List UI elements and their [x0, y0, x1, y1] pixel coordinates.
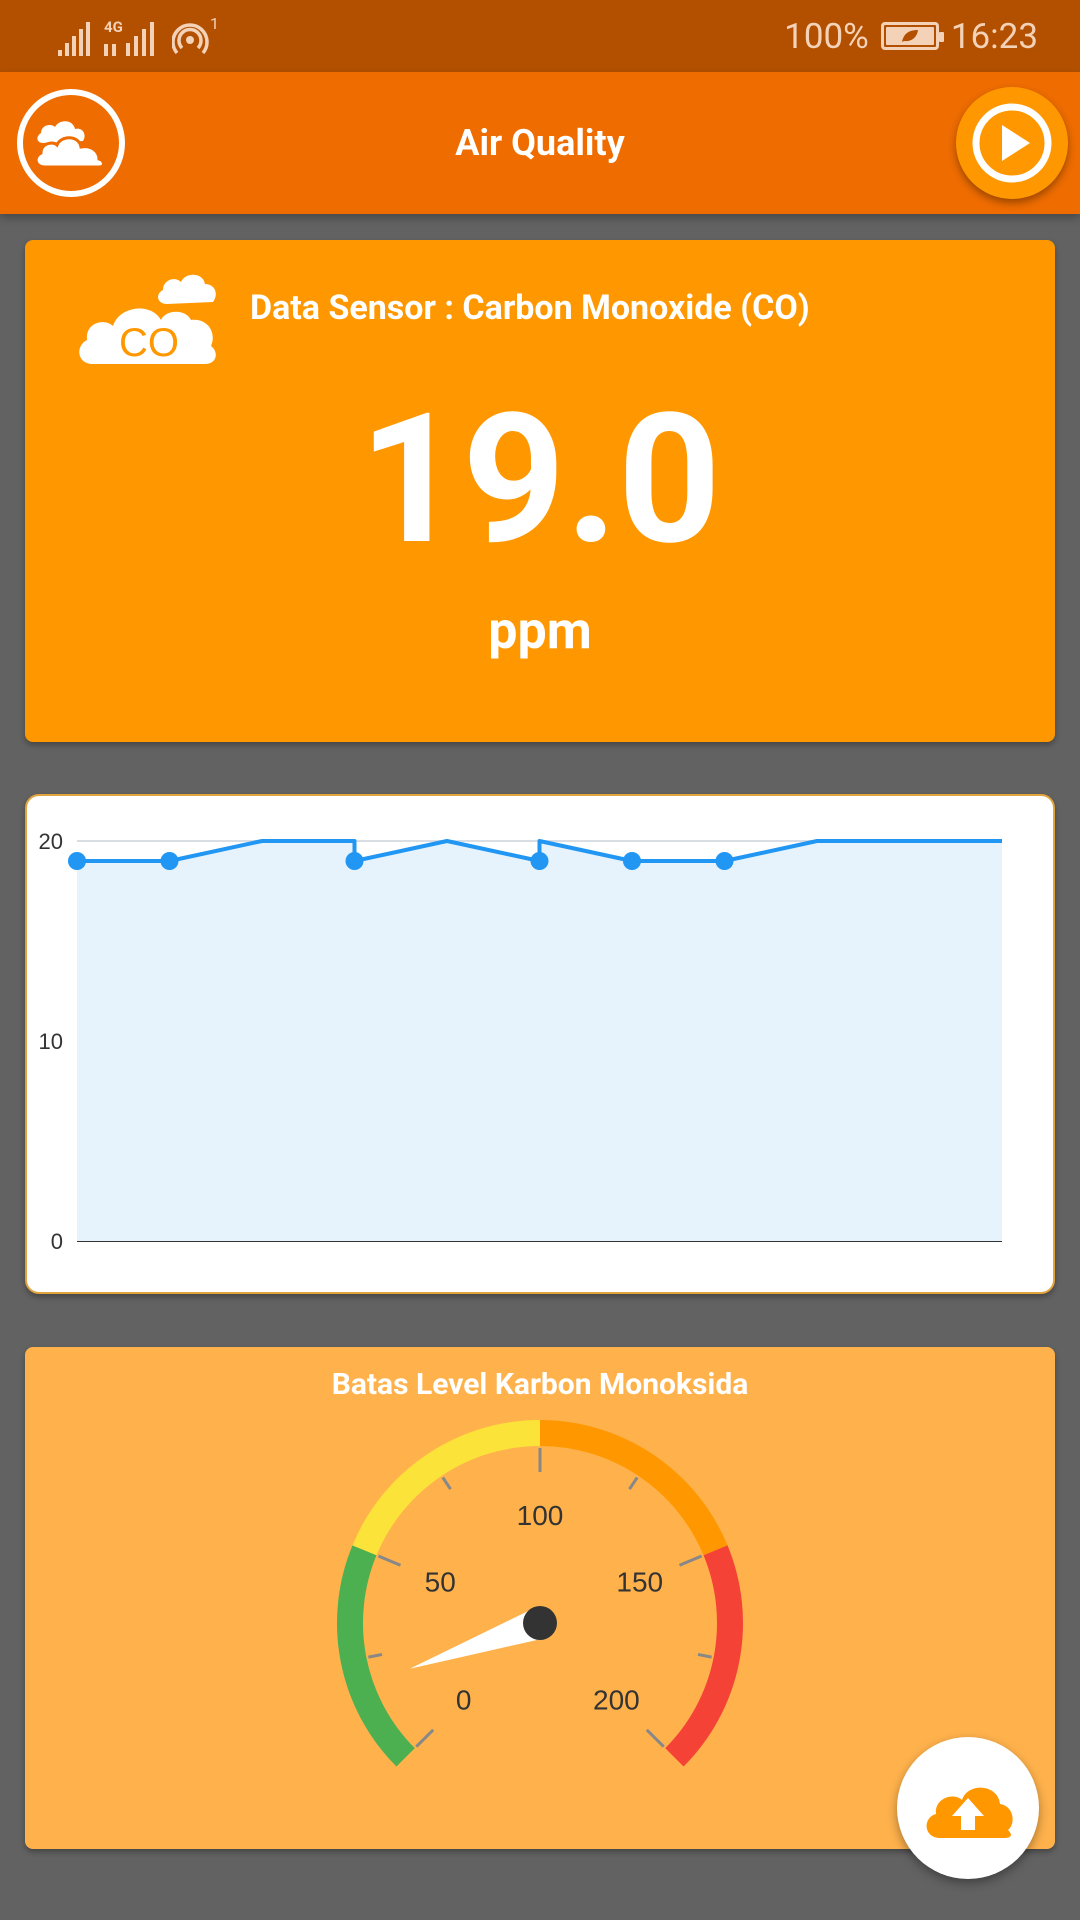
gauge-minor-tick — [441, 1476, 452, 1490]
gauge-tick-label: 150 — [616, 1567, 663, 1598]
gauge-major-tick — [415, 1728, 435, 1748]
sensor-card: CO Data Sensor : Carbon Monoxide (CO) 19… — [25, 240, 1055, 742]
app-bar: Air Quality — [0, 72, 1080, 214]
sensor-value: 19.0 — [358, 374, 722, 585]
hotspot-icon — [171, 23, 209, 55]
data-point — [68, 852, 86, 870]
line-chart: 0 10 20 — [39, 829, 1002, 1254]
co-cloud-icon: CO — [79, 274, 216, 365]
page-title: Air Quality — [455, 122, 625, 164]
line-chart-card: 0 10 20 — [25, 794, 1055, 1294]
y-tick-label: 20 — [39, 829, 63, 854]
gauge-tick-label: 200 — [593, 1684, 640, 1715]
co-icon-label: CO — [119, 321, 179, 365]
hotspot-count: 1 — [210, 14, 219, 33]
battery-percent: 100% — [784, 15, 869, 57]
gauge-chart: 0 50 100 150 200 — [337, 1420, 743, 1767]
data-point — [160, 852, 179, 870]
gauge-card: Batas Level Karbon Monoksida 0 50 100 150 20… — [25, 1347, 1055, 1849]
gauge-minor-tick — [628, 1476, 639, 1490]
cloud-upload-icon — [926, 1787, 1013, 1838]
hotspot: 1 — [171, 14, 220, 56]
play-icon — [972, 103, 1052, 183]
data-point — [530, 852, 549, 870]
gauge-major-tick — [645, 1728, 665, 1748]
data-point — [715, 852, 734, 870]
sensor-title: Data Sensor : Carbon Monoxide (CO) — [250, 288, 810, 328]
status-icons-left: 4G 1 — [58, 14, 220, 56]
gauge-tick-label: 100 — [517, 1500, 564, 1531]
clock: 16:23 — [950, 15, 1038, 57]
signal-4g-icon — [104, 22, 154, 56]
gauge-minor-tick — [368, 1652, 383, 1659]
gauge-band — [352, 1420, 541, 1556]
gauge-major-tick — [678, 1554, 703, 1567]
data-point — [623, 852, 641, 870]
status-bar: 4G 1 100% 16:23 — [0, 0, 1080, 72]
data-point — [345, 852, 364, 870]
gauge-major-tick — [377, 1554, 402, 1567]
sensor-unit: ppm — [488, 600, 592, 661]
gauge-tick-label: 0 — [456, 1684, 472, 1715]
gauge-tick-label: 50 — [425, 1567, 456, 1598]
network-4g: 4G — [104, 18, 162, 56]
gauge-band — [539, 1420, 728, 1556]
battery-icon — [880, 22, 944, 50]
area-fill — [77, 841, 1002, 1241]
y-tick-label: 10 — [39, 1029, 63, 1054]
gauge-minor-tick — [697, 1652, 712, 1659]
status-icons-right: 100% 16:23 — [784, 12, 1038, 60]
signal-icon — [58, 22, 90, 56]
play-button[interactable] — [956, 87, 1068, 199]
y-tick-label: 0 — [51, 1229, 63, 1254]
gauge-needle-pivot — [523, 1606, 557, 1640]
upload-button[interactable] — [897, 1737, 1039, 1879]
